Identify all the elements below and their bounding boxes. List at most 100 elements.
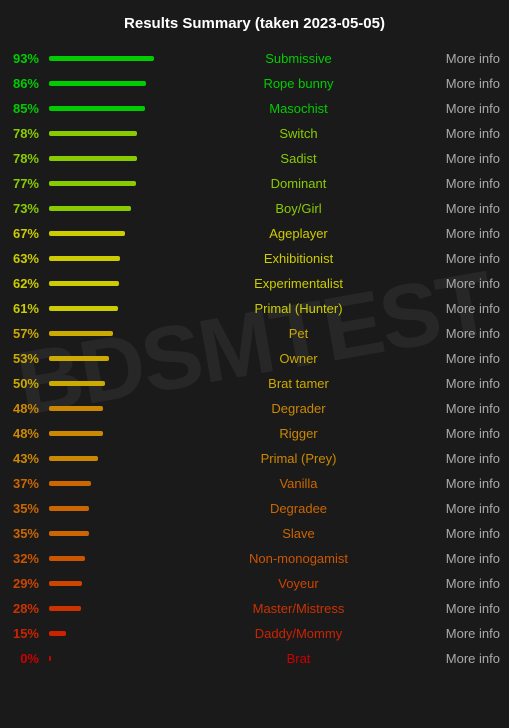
bar [49,306,118,311]
category-label: Owner [163,351,434,366]
table-row: 86% Rope bunny More info [5,71,504,96]
bar-container [43,281,163,286]
category-label: Non-monogamist [163,551,434,566]
more-info-link[interactable]: More info [434,101,504,116]
table-row: 93% Submissive More info [5,46,504,71]
bar-container [43,556,163,561]
bar [49,656,51,661]
more-info-link[interactable]: More info [434,51,504,66]
table-row: 63% Exhibitionist More info [5,246,504,271]
bar-container [43,581,163,586]
bar-container [43,131,163,136]
percentage: 0% [5,651,43,666]
category-label: Slave [163,526,434,541]
table-row: 62% Experimentalist More info [5,271,504,296]
more-info-link[interactable]: More info [434,626,504,641]
table-row: 61% Primal (Hunter) More info [5,296,504,321]
more-info-link[interactable]: More info [434,376,504,391]
table-row: 32% Non-monogamist More info [5,546,504,571]
bar-container [43,506,163,511]
category-label: Master/Mistress [163,601,434,616]
percentage: 62% [5,276,43,291]
bar [49,581,82,586]
bar-container [43,456,163,461]
table-row: 77% Dominant More info [5,171,504,196]
more-info-link[interactable]: More info [434,201,504,216]
category-label: Primal (Prey) [163,451,434,466]
percentage: 50% [5,376,43,391]
category-label: Rigger [163,426,434,441]
bar [49,331,113,336]
more-info-link[interactable]: More info [434,651,504,666]
percentage: 78% [5,126,43,141]
bar-container [43,481,163,486]
table-row: 73% Boy/Girl More info [5,196,504,221]
percentage: 35% [5,526,43,541]
results-table: 93% Submissive More info 86% Rope bunny … [5,46,504,671]
percentage: 32% [5,551,43,566]
category-label: Daddy/Mommy [163,626,434,641]
more-info-link[interactable]: More info [434,551,504,566]
table-row: 48% Degrader More info [5,396,504,421]
bar [49,56,154,61]
bar-container [43,56,163,61]
bar [49,481,91,486]
more-info-link[interactable]: More info [434,326,504,341]
bar [49,281,119,286]
bar-container [43,81,163,86]
bar [49,431,103,436]
category-label: Primal (Hunter) [163,301,434,316]
percentage: 28% [5,601,43,616]
table-row: 78% Sadist More info [5,146,504,171]
bar-container [43,406,163,411]
percentage: 78% [5,151,43,166]
percentage: 53% [5,351,43,366]
more-info-link[interactable]: More info [434,501,504,516]
bar-container [43,156,163,161]
more-info-link[interactable]: More info [434,151,504,166]
category-label: Submissive [163,51,434,66]
category-label: Sadist [163,151,434,166]
bar-container [43,431,163,436]
more-info-link[interactable]: More info [434,76,504,91]
more-info-link[interactable]: More info [434,401,504,416]
bar [49,181,136,186]
bar [49,231,125,236]
more-info-link[interactable]: More info [434,451,504,466]
category-label: Vanilla [163,476,434,491]
percentage: 57% [5,326,43,341]
category-label: Degradee [163,501,434,516]
table-row: 29% Voyeur More info [5,571,504,596]
more-info-link[interactable]: More info [434,526,504,541]
more-info-link[interactable]: More info [434,301,504,316]
percentage: 48% [5,426,43,441]
more-info-link[interactable]: More info [434,226,504,241]
category-label: Experimentalist [163,276,434,291]
bar [49,81,146,86]
percentage: 61% [5,301,43,316]
category-label: Voyeur [163,576,434,591]
bar-container [43,381,163,386]
percentage: 37% [5,476,43,491]
table-row: 67% Ageplayer More info [5,221,504,246]
more-info-link[interactable]: More info [434,576,504,591]
category-label: Degrader [163,401,434,416]
table-row: 78% Switch More info [5,121,504,146]
more-info-link[interactable]: More info [434,351,504,366]
more-info-link[interactable]: More info [434,276,504,291]
more-info-link[interactable]: More info [434,601,504,616]
bar-container [43,606,163,611]
more-info-link[interactable]: More info [434,476,504,491]
percentage: 77% [5,176,43,191]
page-title: Results Summary (taken 2023-05-05) [5,15,504,32]
table-row: 0% Brat More info [5,646,504,671]
category-label: Switch [163,126,434,141]
percentage: 73% [5,201,43,216]
table-row: 53% Owner More info [5,346,504,371]
table-row: 15% Daddy/Mommy More info [5,621,504,646]
more-info-link[interactable]: More info [434,251,504,266]
more-info-link[interactable]: More info [434,126,504,141]
more-info-link[interactable]: More info [434,176,504,191]
bar-container [43,656,163,661]
more-info-link[interactable]: More info [434,426,504,441]
